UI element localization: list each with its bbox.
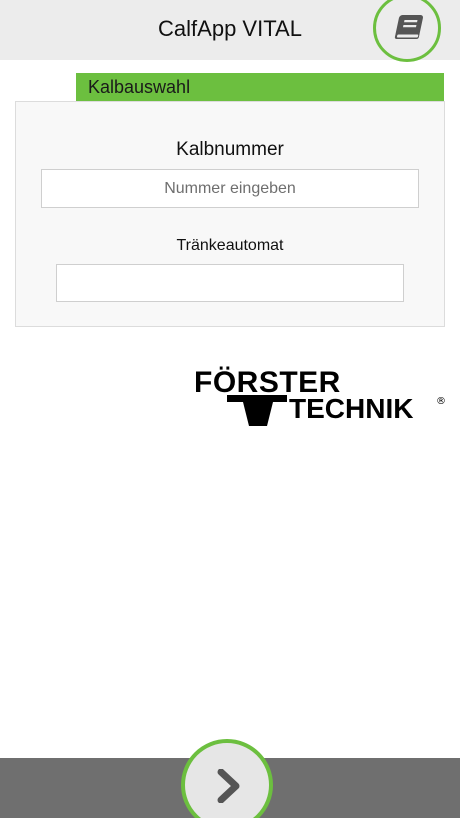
feeder-field[interactable] — [56, 264, 404, 302]
calf-number-input[interactable] — [41, 169, 419, 208]
section-title: Kalbauswahl — [88, 77, 191, 97]
feeder-label: Tränkeautomat — [176, 237, 284, 254]
section-tab: Kalbauswahl — [76, 73, 444, 101]
calf-number-label: Kalbnummer — [176, 139, 284, 160]
chevron-right-icon — [217, 769, 240, 803]
logo-registered: ® — [436, 396, 446, 407]
forster-technik-logo: FÖRSTER TECHNIK ® — [194, 366, 446, 426]
logo-line2: TECHNIK — [289, 393, 413, 424]
logo-mark — [227, 395, 287, 426]
next-button[interactable] — [181, 739, 273, 818]
app-screen: CalfApp VITAL Kalbauswahl Kalbnummer Trä… — [0, 0, 460, 818]
book-icon — [394, 15, 424, 39]
